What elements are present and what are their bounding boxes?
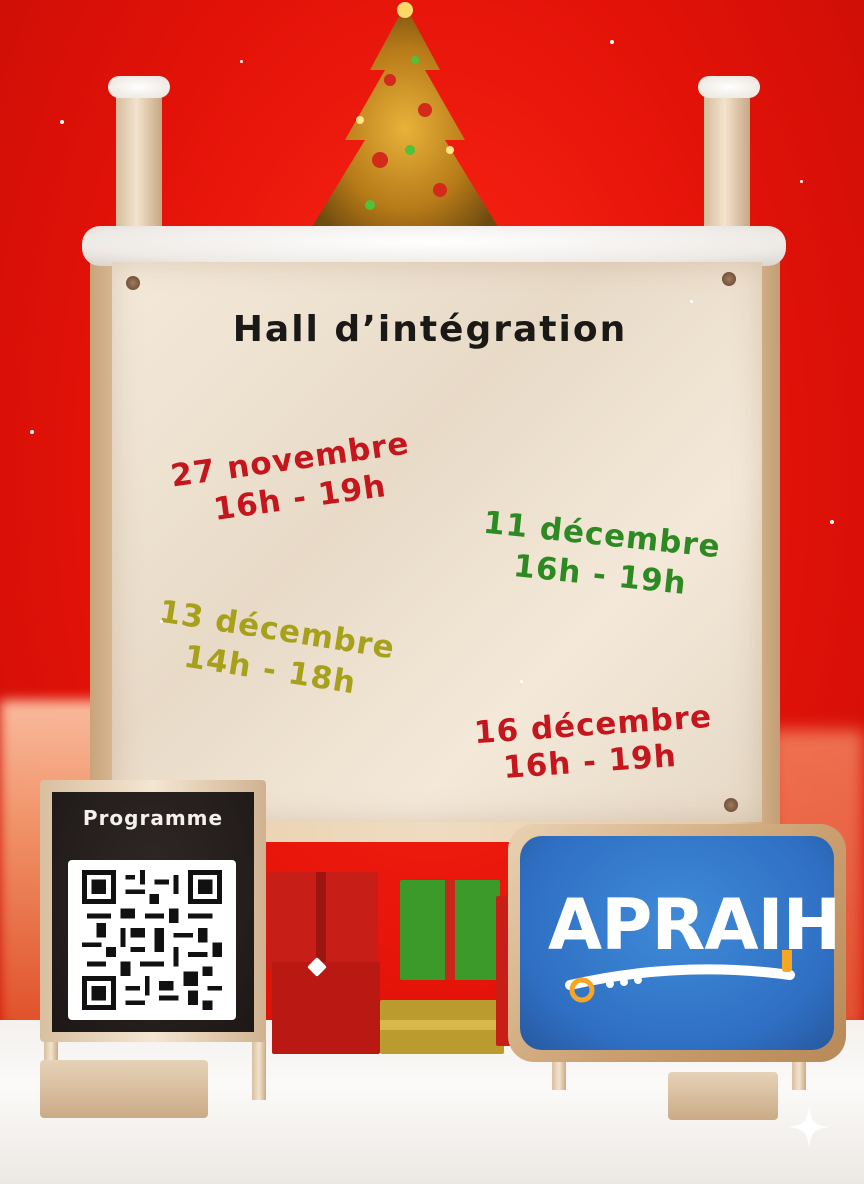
gift-ribbon [445, 880, 455, 980]
easel-base [40, 1060, 208, 1118]
snowflake [520, 680, 523, 683]
board-snow-top [82, 226, 786, 266]
snowflake [60, 120, 64, 124]
page-title: Hall d’intégration [232, 309, 628, 350]
christmas-tree-icon [310, 2, 500, 230]
snowflake [160, 620, 163, 623]
pin-icon [722, 272, 736, 286]
snowflake [690, 300, 693, 303]
snowflake [830, 520, 834, 524]
pin-icon [724, 798, 738, 812]
snowflake [610, 40, 614, 44]
gift-ribbon [380, 1020, 504, 1030]
programme-label: Programme [82, 806, 224, 830]
qr-code-icon[interactable] [80, 870, 224, 1010]
logo-swoosh-icon [565, 950, 795, 1003]
snowflake [240, 60, 243, 63]
sign-base [668, 1072, 778, 1120]
sparkle-icon [788, 1106, 830, 1148]
gift-icon [272, 962, 380, 1054]
pin-icon [126, 276, 140, 290]
snowflake [30, 430, 34, 434]
post-snow-cap-right [698, 76, 760, 98]
post-snow-cap-left [108, 76, 170, 98]
snowflake [800, 180, 803, 183]
